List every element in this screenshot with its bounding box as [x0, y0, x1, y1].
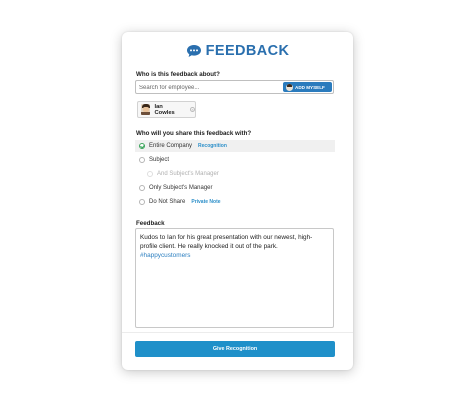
header: FEEDBACK	[122, 43, 353, 59]
avatar	[141, 104, 151, 115]
divider	[122, 332, 353, 333]
feedback-hashtag: #happycustomers	[140, 252, 191, 259]
speech-bubble-icon	[186, 44, 202, 58]
recognition-tag: Recognition	[198, 143, 227, 149]
selected-employee-chip: Ian Cowles ×	[137, 101, 196, 118]
avatar	[286, 83, 293, 91]
option-label: Entire Company	[149, 143, 193, 149]
feedback-card: FEEDBACK Who is this feedback about? ADD…	[122, 32, 353, 370]
private-note-tag: Private Note	[191, 199, 221, 205]
page-title: FEEDBACK	[205, 43, 290, 59]
about-label: Who is this feedback about?	[136, 71, 220, 78]
feedback-label: Feedback	[136, 220, 165, 227]
option-label: Only Subject's Manager	[149, 185, 213, 191]
option-label: And Subject's Manager	[157, 171, 219, 177]
share-option-entire-company[interactable]: Entire Company Recognition	[135, 140, 335, 152]
option-label: Subject	[149, 157, 170, 163]
check-icon	[139, 143, 145, 149]
feedback-text: Kudos to Ian for his great presentation …	[140, 234, 313, 250]
employee-search: ADD MYSELF	[135, 80, 334, 94]
add-myself-label: ADD MYSELF	[295, 84, 325, 90]
share-option-and-subjects-manager: And Subject's Manager	[143, 168, 335, 180]
give-recognition-label: Give Recognition	[212, 346, 258, 352]
employee-search-input[interactable]	[139, 82, 279, 93]
close-circle-icon[interactable]: ×	[190, 107, 195, 112]
share-option-subject[interactable]: Subject	[135, 154, 335, 166]
option-label: Do Not Share	[149, 199, 186, 205]
radio-icon	[139, 199, 145, 205]
share-label: Who will you share this feedback with?	[136, 130, 252, 137]
radio-icon	[139, 185, 145, 191]
feedback-textarea[interactable]: Kudos to Ian for his great presentation …	[135, 228, 334, 328]
add-myself-button[interactable]: ADD MYSELF	[283, 82, 332, 92]
radio-icon	[139, 157, 145, 163]
selected-employee-name: Ian Cowles	[154, 103, 175, 116]
radio-icon	[147, 171, 153, 177]
give-recognition-button[interactable]: Give Recognition	[135, 341, 335, 357]
share-option-do-not-share[interactable]: Do Not Share Private Note	[135, 196, 335, 208]
share-option-only-subjects-manager[interactable]: Only Subject's Manager	[135, 182, 335, 194]
